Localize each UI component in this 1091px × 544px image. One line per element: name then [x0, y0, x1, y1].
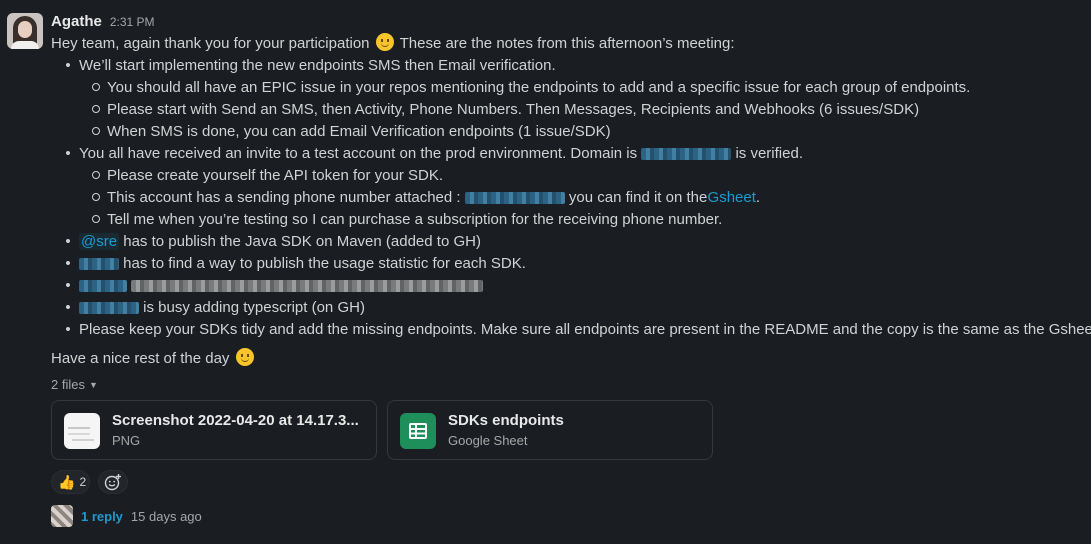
list-item	[79, 275, 484, 297]
closing-line: Have a nice rest of the day	[51, 348, 256, 370]
list-item: Tell me when you’re testing so I can pur…	[107, 209, 722, 231]
bullet-icon	[57, 253, 79, 275]
circle-bullet-icon	[85, 209, 107, 231]
last-reply-time: 15 days ago	[130, 508, 202, 524]
redacted-mention[interactable]	[79, 302, 139, 315]
list-item: Please keep your SDKs tidy and add the m…	[79, 319, 1091, 341]
list-item-text: This account has a sending phone number …	[107, 189, 461, 206]
list-item-text: Please start with Send an SMS, then Acti…	[107, 101, 920, 118]
list-item-text: is busy adding typescript (on GH)	[143, 299, 365, 316]
list-item: is busy adding typescript (on GH)	[79, 297, 365, 319]
list-item: We’ll start implementing the new endpoin…	[79, 55, 556, 77]
file-name: Screenshot 2022-04-20 at 14.17.3...	[112, 412, 359, 429]
intro-text: Hey team, again thank you for your parti…	[51, 35, 370, 52]
files-toggle-label: 2 files	[51, 377, 85, 392]
message-timestamp[interactable]: 2:31 PM	[110, 15, 155, 29]
replier-avatar[interactable]	[51, 505, 73, 527]
file-attachment-sheet[interactable]: SDKs endpoints Google Sheet	[387, 400, 713, 460]
bullet-icon	[57, 275, 79, 297]
list-item-text: When SMS is done, you can add Email Veri…	[107, 123, 611, 140]
list-item-text: Please keep your SDKs tidy and add the m…	[79, 321, 1091, 338]
caret-down-icon: ▼	[88, 380, 98, 390]
redacted-phone-link[interactable]	[464, 192, 565, 205]
list-item: Please start with Send an SMS, then Acti…	[107, 99, 919, 121]
google-sheet-icon	[400, 413, 436, 449]
list-item-text: is verified.	[735, 145, 803, 162]
thread-replies: 1 reply 15 days ago	[51, 505, 202, 527]
list-item: Please create yourself the API token for…	[107, 165, 443, 187]
list-item-text: We’ll start implementing the new endpoin…	[79, 57, 556, 74]
intro-text-2: These are the notes from this afternoon’…	[399, 35, 735, 52]
list-item-text: Please create yourself the API token for…	[107, 167, 444, 184]
bullet-icon	[57, 143, 79, 165]
reaction-count: 2	[79, 475, 87, 489]
redacted-domain-link[interactable]	[641, 148, 732, 161]
list-item: has to find a way to publish the usage s…	[79, 253, 526, 275]
intro-line: Hey team, again thank you for your parti…	[51, 33, 735, 55]
list-item-text: You should all have an EPIC issue in you…	[107, 79, 971, 96]
file-type: PNG	[112, 433, 141, 448]
image-thumbnail-icon	[64, 413, 100, 449]
circle-bullet-icon	[85, 121, 107, 143]
list-item: This account has a sending phone number …	[107, 187, 760, 209]
slightly-smiling-emoji-icon	[235, 348, 254, 366]
circle-bullet-icon	[85, 187, 107, 209]
redacted-mention[interactable]	[79, 258, 119, 271]
list-item-text: .	[755, 189, 761, 206]
bullet-icon	[57, 297, 79, 319]
circle-bullet-icon	[85, 99, 107, 121]
mention-sre[interactable]: @sre	[79, 233, 120, 250]
list-item-text: has to publish the Java SDK on Maven (ad…	[123, 233, 481, 250]
thumbs-up-reaction[interactable]: 👍 2	[51, 470, 90, 494]
file-attachment-png[interactable]: Screenshot 2022-04-20 at 14.17.3... PNG	[51, 400, 377, 460]
redacted-text	[131, 280, 484, 293]
author-avatar[interactable]	[7, 13, 43, 49]
circle-bullet-icon	[85, 77, 107, 99]
file-name: SDKs endpoints	[448, 412, 564, 429]
message-header: Agathe 2:31 PM	[51, 13, 155, 33]
file-type: Google Sheet	[448, 433, 528, 448]
add-reaction-icon	[104, 474, 121, 491]
list-item-text: you can find it on the	[568, 189, 708, 206]
replies-link[interactable]: 1 reply	[81, 509, 123, 524]
redacted-mention[interactable]	[79, 280, 127, 293]
list-item: When SMS is done, you can add Email Veri…	[107, 121, 611, 143]
bullet-icon	[57, 231, 79, 253]
list-item-text: has to find a way to publish the usage s…	[123, 255, 526, 272]
bullet-icon	[57, 55, 79, 77]
bullet-icon	[57, 319, 79, 341]
gsheet-link[interactable]: Gsheet	[708, 189, 756, 206]
files-toggle[interactable]: 2 files ▼	[51, 377, 98, 392]
thumbs-up-emoji-icon: 👍	[58, 473, 76, 490]
list-item-text: Tell me when you’re testing so I can pur…	[107, 211, 723, 228]
closing-text: Have a nice rest of the day	[51, 350, 230, 367]
list-item: @sre has to publish the Java SDK on Mave…	[79, 231, 481, 253]
add-reaction-button[interactable]	[98, 470, 128, 494]
list-item: You all have received an invite to a tes…	[79, 143, 803, 165]
circle-bullet-icon	[85, 165, 107, 187]
list-item-text: You all have received an invite to a tes…	[79, 145, 638, 162]
author-name[interactable]: Agathe	[51, 13, 102, 30]
slightly-smiling-emoji-icon	[375, 33, 394, 51]
list-item: You should all have an EPIC issue in you…	[107, 77, 970, 99]
